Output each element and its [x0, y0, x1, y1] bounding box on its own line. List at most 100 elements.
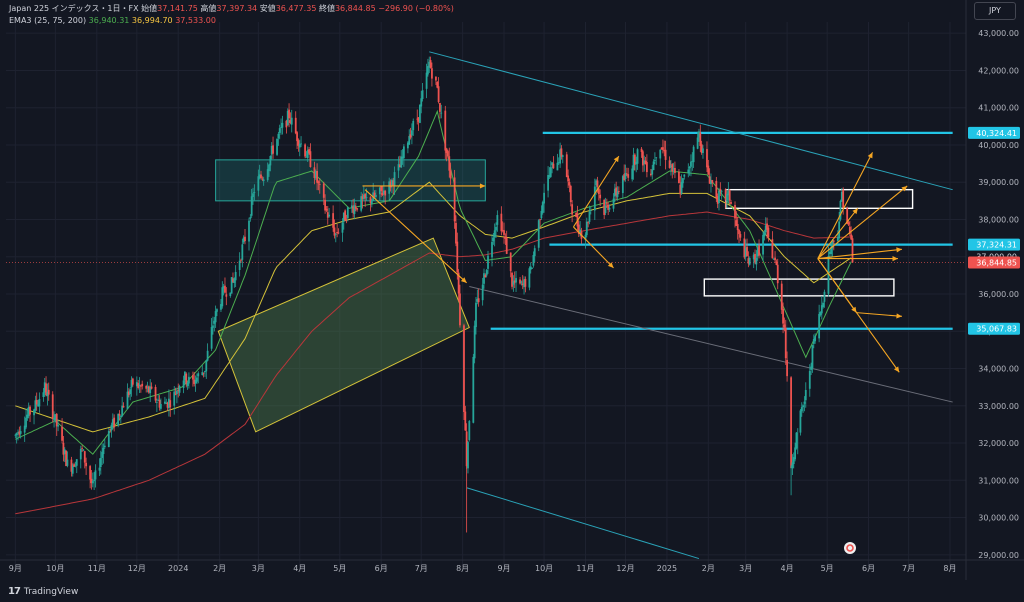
candle-body — [431, 68, 433, 79]
y-tick-label: 38,000.00 — [978, 215, 1019, 224]
candle-body — [216, 309, 218, 312]
price-chart[interactable]: 29,000.00 30,000.00 31,000.00 32,000.00 33,0… — [0, 0, 1024, 602]
price-label: 35,067.83 — [976, 325, 1017, 334]
candle-body — [783, 324, 786, 328]
candle-body — [699, 132, 702, 147]
candle-body — [678, 171, 680, 184]
candle-body — [225, 294, 228, 297]
candle-body — [210, 327, 213, 349]
x-tick-label: 10月 — [46, 564, 64, 573]
candle-body — [509, 252, 512, 272]
candle-body — [212, 325, 214, 328]
candle-body — [549, 167, 552, 177]
candle-body — [659, 149, 662, 159]
x-tick-label: 4月 — [781, 564, 794, 573]
candle-body — [776, 264, 779, 284]
price-labels: 40,324.4137,324.3137,000.0036,844.8535,0… — [968, 126, 1020, 335]
candle-body — [83, 451, 86, 463]
candle-body — [524, 278, 527, 287]
candle-body — [238, 260, 241, 270]
currency-button[interactable]: JPY — [974, 2, 1016, 20]
candle-body — [605, 203, 608, 205]
candle-body — [758, 245, 760, 256]
candle-body — [169, 400, 172, 408]
candle-body — [782, 309, 784, 324]
candle-body — [775, 261, 778, 265]
candle-body — [15, 433, 18, 435]
y-tick-label: 31,000.00 — [978, 476, 1019, 485]
candle-body — [402, 146, 405, 159]
candle-body — [503, 230, 505, 235]
candle-body — [260, 174, 262, 179]
candle-body — [344, 210, 347, 221]
candle-body — [617, 191, 620, 192]
candle-body — [249, 217, 252, 219]
candle-body — [19, 431, 22, 434]
candle-body — [365, 197, 368, 199]
candle-body — [57, 425, 59, 427]
candle-body — [248, 220, 250, 242]
chart-legend: Japan 225 インデックス・1日・FX 始値37,141.75 高値37,… — [9, 3, 454, 27]
ema75-value: 36,994.70 — [131, 16, 173, 25]
candle-body — [182, 380, 185, 388]
candle-body — [492, 237, 495, 242]
candle-body — [429, 60, 432, 68]
candle-body — [296, 132, 298, 142]
candle-body — [420, 98, 423, 107]
candle-body — [278, 128, 281, 133]
tradingview-mark-icon: 17 — [8, 586, 21, 597]
x-tick-label: 7月 — [415, 564, 428, 573]
candle-body — [61, 426, 63, 441]
x-tick-label: 4月 — [293, 564, 306, 573]
candle-body — [822, 302, 825, 308]
x-tick-label: 12月 — [128, 564, 146, 573]
candle-body — [755, 257, 758, 265]
x-tick-label: 2月 — [702, 564, 715, 573]
candle-body — [99, 457, 102, 468]
candle-body — [674, 167, 676, 173]
symbol-title[interactable]: Japan 225 インデックス・1日・FX — [9, 4, 139, 13]
candle-body — [547, 175, 549, 191]
candle-body — [519, 279, 521, 284]
candle-body — [569, 185, 572, 203]
candle-body — [495, 226, 497, 231]
tradingview-logo: 17 TradingView — [8, 586, 78, 597]
candle-body — [505, 237, 508, 254]
candle-body — [202, 372, 205, 374]
price-axis: 29,000.00 30,000.00 31,000.00 32,000.00 33,0… — [965, 0, 1019, 580]
candle-body — [746, 246, 748, 256]
candle-body — [511, 272, 513, 287]
candle-body — [671, 164, 674, 172]
x-tick-label: 10月 — [535, 564, 553, 573]
candle-body — [356, 208, 359, 210]
candle-body — [173, 391, 176, 406]
candle-body — [739, 234, 742, 238]
price-label: 36,844.85 — [976, 259, 1017, 268]
candle-body — [485, 270, 488, 276]
candle-body — [472, 356, 475, 423]
candle-body — [42, 392, 45, 398]
candle-body — [447, 151, 449, 157]
candle-body — [847, 222, 850, 225]
x-tick-label: 5月 — [333, 564, 346, 573]
candle-body — [66, 459, 69, 466]
candle-body — [811, 345, 814, 369]
candle-body — [276, 138, 278, 155]
candle-body — [440, 112, 443, 114]
ema25-value: 36,940.31 — [88, 16, 130, 25]
candle-body — [680, 181, 683, 194]
candle-body — [117, 413, 120, 426]
candle-body — [241, 244, 244, 260]
marker-icon[interactable] — [844, 542, 856, 554]
candle-body — [374, 194, 377, 198]
candle-body — [410, 130, 413, 136]
candle-body — [707, 165, 710, 175]
candle-body — [419, 105, 421, 123]
ema-indicator-label[interactable]: EMA3 (25, 75, 200) — [9, 16, 86, 25]
candle-body — [687, 169, 690, 174]
candle-body — [599, 194, 602, 199]
candle-body — [552, 163, 555, 169]
candle-body — [645, 162, 648, 173]
candle-body — [838, 221, 841, 239]
candle-body — [588, 211, 591, 222]
